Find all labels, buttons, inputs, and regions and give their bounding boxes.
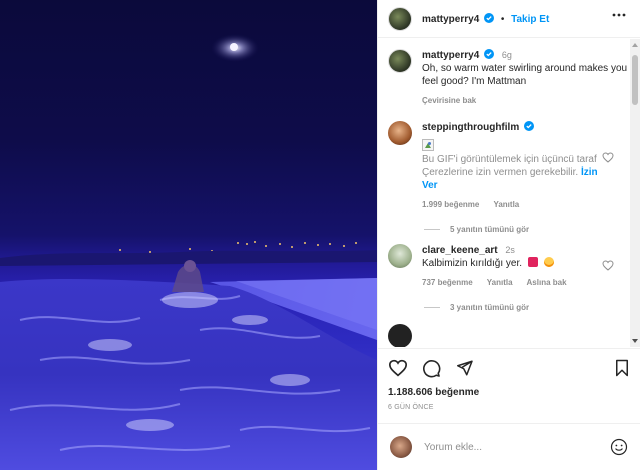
caption: mattyperry4 6g Oh, so warm water swirlin… [378,49,640,107]
verified-badge-icon [484,12,495,23]
heart-icon[interactable] [602,260,614,271]
author-username[interactable]: mattyperry4 [422,14,479,25]
follow-button[interactable]: Takip Et [511,14,549,25]
comment-likes[interactable]: 1.999 beğenme [422,200,479,209]
post-viewer: mattyperry4 • Takip Et mattyperry4 6g Oh… [0,0,640,470]
broken-heart-emoji-icon [527,257,538,267]
author-avatar[interactable] [388,6,412,31]
commenter-username[interactable]: steppingthroughfilm [422,121,610,134]
post-date[interactable]: 6 GÜN ÖNCE [388,404,630,411]
view-replies-button[interactable]: 3 yanıtın tümünü gör [378,303,640,312]
save-bookmark-icon[interactable] [614,359,630,377]
scroll-up-arrow-icon[interactable] [632,43,638,47]
replies-line [424,307,440,308]
reply-button[interactable]: Yanıtla [487,278,513,287]
comment-text: Kalbimizin kırıldığı yer. [422,257,610,270]
action-icons [388,349,630,387]
comment-time[interactable]: 2s [505,245,515,255]
commenter-username-text[interactable]: steppingthroughfilm [422,122,519,133]
caption-avatar[interactable] [388,49,412,73]
current-user-avatar[interactable] [390,436,412,458]
replies-line [424,229,440,230]
separator-dot: • [500,13,505,25]
verified-badge-icon [524,121,534,131]
heart-icon[interactable] [602,152,614,163]
scrollbar-thumb[interactable] [632,55,638,105]
comment-body: clare_keene_art 2s Kalbimizin kırıldığı … [422,244,630,289]
view-replies-label[interactable]: 5 yanıtın tümünü gör [450,225,529,234]
add-comment-bar [378,423,640,470]
comments-list[interactable]: mattyperry4 6g Oh, so warm water swirlin… [378,39,640,347]
like-heart-icon[interactable] [388,359,408,377]
caption-text: Oh, so warm water swirling around makes … [422,63,628,87]
like-count[interactable]: 1.188.606 beğenme [388,387,630,398]
comment-item [378,324,640,347]
gif-notice-text: Bu GIF'i görüntülemek için üçüncü taraf … [422,154,597,178]
caption-time[interactable]: 6g [502,50,512,60]
commenter-avatar[interactable] [388,324,412,347]
commenter-username[interactable]: clare_keene_art [422,245,498,256]
caption-username[interactable]: mattyperry4 [422,50,479,61]
comment-body: steppingthroughfilm Bu GIF'i görüntüleme… [422,121,630,211]
comment-item: steppingthroughfilm Bu GIF'i görüntüleme… [378,121,640,211]
emoji-smiley-icon[interactable] [610,438,628,456]
commenter-avatar[interactable] [388,244,412,268]
comment-input[interactable] [424,441,610,453]
comment-line: clare_keene_art 2s [422,244,610,257]
caption-body: mattyperry4 6g Oh, so warm water swirlin… [422,49,630,107]
comment-text-content: Kalbimizin kırıldığı yer. [422,258,523,269]
more-horizontal-icon[interactable] [612,13,626,17]
see-original-link[interactable]: Aslına bak [527,278,567,287]
broken-gif-icon [422,139,434,151]
gif-cookie-notice: Bu GIF'i görüntülemek için üçüncü taraf … [422,153,610,192]
share-paper-plane-icon[interactable] [455,359,474,377]
comment-meta: 737 beğenme Yanıtla Aslına bak [422,276,610,289]
comments-scrollbar[interactable] [630,39,640,347]
header-user: mattyperry4 • Takip Et [422,12,549,25]
comment-meta: 1.999 beğenme Yanıtla [422,198,610,211]
comment-bubble-icon[interactable] [422,359,441,378]
post-photo[interactable] [0,0,377,470]
post-header: mattyperry4 • Takip Et [378,0,640,38]
commenter-avatar[interactable] [388,121,412,145]
post-actions: 1.188.606 beğenme 6 GÜN ÖNCE [378,348,640,422]
view-replies-label[interactable]: 3 yanıtın tümünü gör [450,303,529,312]
post-side-panel: mattyperry4 • Takip Et mattyperry4 6g Oh… [377,0,640,470]
sad-face-emoji-icon [543,257,554,267]
caption-line: mattyperry4 6g [422,49,630,62]
see-translation-link[interactable]: Çevirisine bak [422,94,630,107]
reply-button[interactable]: Yanıtla [493,200,519,209]
comment-likes[interactable]: 737 beğenme [422,278,473,287]
scroll-down-arrow-icon[interactable] [632,339,638,343]
comment-item: clare_keene_art 2s Kalbimizin kırıldığı … [378,244,640,289]
verified-badge-icon [484,49,495,59]
night-pool-image [0,34,377,470]
view-replies-button[interactable]: 5 yanıtın tümünü gör [378,225,640,234]
